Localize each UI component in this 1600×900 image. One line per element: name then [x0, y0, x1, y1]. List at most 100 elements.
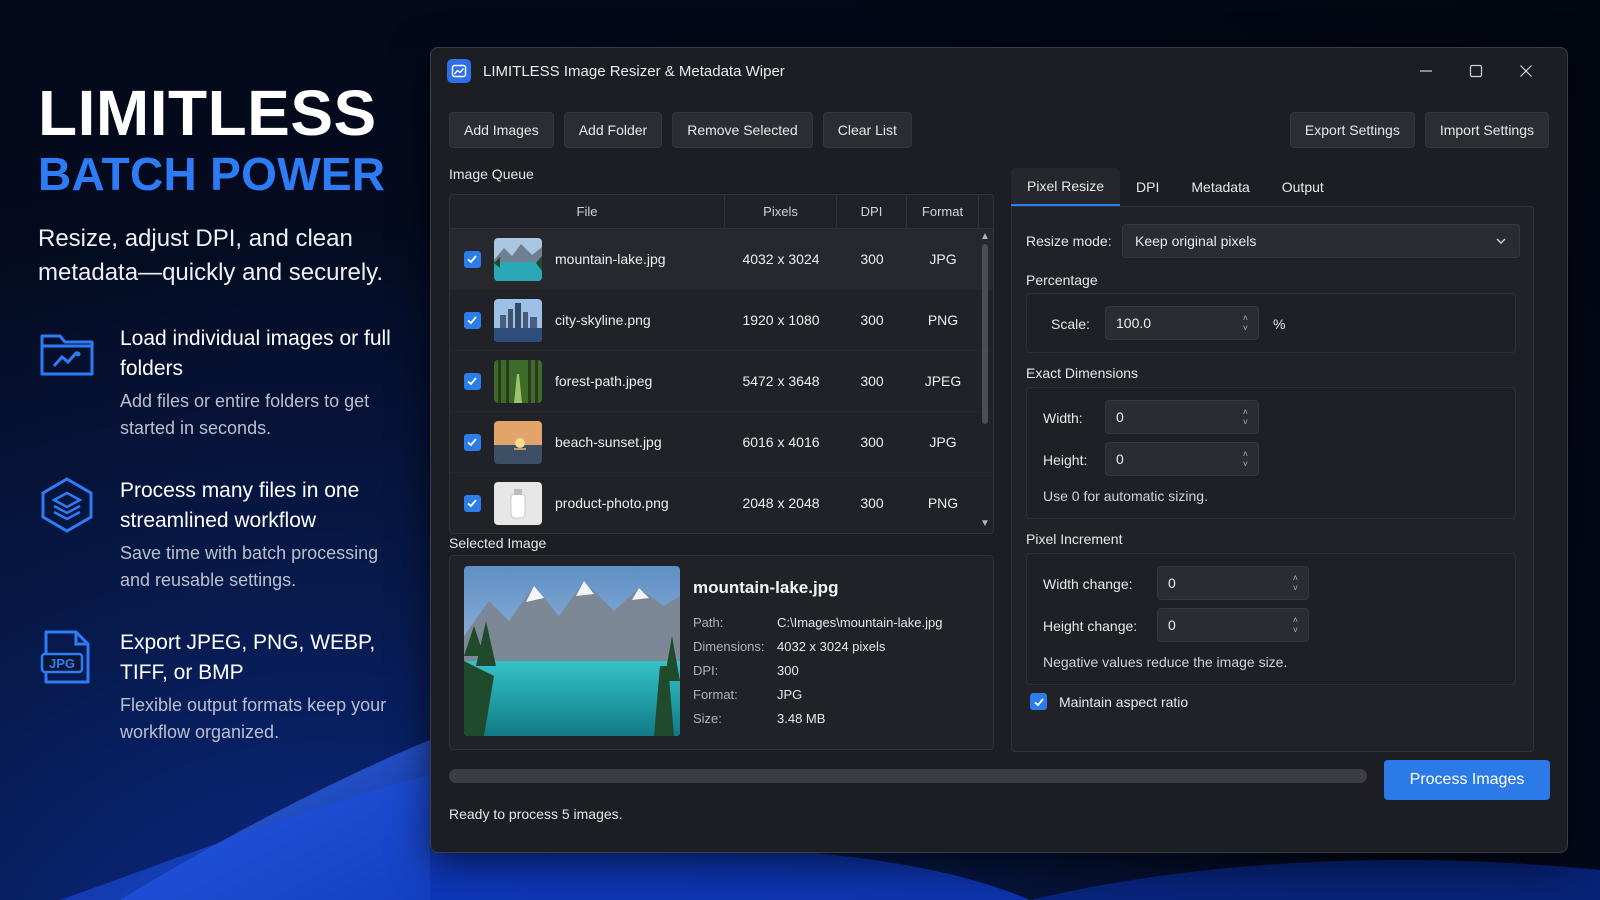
stepper-arrows-icon[interactable]: ˄ ˅: [1293, 573, 1298, 593]
check-icon: [467, 499, 477, 508]
resize-mode-label: Resize mode:: [1026, 233, 1112, 249]
stepper-arrows-icon[interactable]: ˄ ˅: [1243, 313, 1248, 333]
chevron-down-icon: [1496, 238, 1506, 244]
pixels-cell: 5472 x 3648: [742, 373, 820, 389]
size-value: 3.48 MB: [777, 710, 826, 726]
check-icon: [1033, 697, 1044, 706]
table-row[interactable]: mountain-lake.jpg 4032 x 3024 300 JPG: [450, 229, 993, 290]
format-label: Format:: [693, 686, 738, 702]
scroll-up-icon[interactable]: ▲: [980, 231, 990, 242]
promo-title: LIMITLESS: [38, 77, 377, 149]
image-queue-table[interactable]: File Pixels DPI Format mountain-lake.jpg…: [449, 194, 994, 534]
row-checkbox[interactable]: [463, 250, 481, 268]
column-dpi[interactable]: DPI: [837, 195, 907, 229]
settings-panel: Pixel Resize DPI Metadata Output Resize …: [1011, 168, 1534, 752]
pixel-increment-hint: Negative values reduce the image size.: [1043, 654, 1288, 670]
width-value: 0: [1116, 409, 1124, 425]
selected-file-name: mountain-lake.jpg: [693, 578, 839, 597]
check-icon: [467, 316, 477, 325]
selected-image-label: Selected Image: [449, 535, 547, 551]
row-checkbox[interactable]: [463, 311, 481, 329]
title-bar[interactable]: LIMITLESS Image Resizer & Metadata Wiper: [431, 48, 1567, 94]
exact-dimensions-group: Width: 0 ˄ ˅ Height: 0 ˄ ˅ Use 0 for autom…: [1026, 387, 1516, 519]
minimize-button[interactable]: [1401, 56, 1451, 86]
width-change-label: Width change:: [1043, 576, 1133, 592]
scale-input[interactable]: 100.0 ˄ ˅: [1105, 306, 1259, 340]
table-row[interactable]: city-skyline.png 1920 x 1080 300 PNG: [450, 290, 993, 351]
check-icon: [467, 377, 477, 386]
close-icon: [1520, 65, 1532, 77]
stepper-arrows-icon[interactable]: ˄ ˅: [1243, 407, 1248, 427]
width-change-input[interactable]: 0 ˄ ˅: [1157, 566, 1309, 600]
maintain-aspect-ratio-checkbox[interactable]: Maintain aspect ratio: [1030, 693, 1188, 710]
scale-unit: %: [1273, 316, 1286, 332]
queue-scrollbar[interactable]: ▲ ▼: [977, 229, 993, 533]
percentage-label: Percentage: [1026, 272, 1098, 288]
dpi-cell: 300: [860, 495, 884, 511]
column-pixels[interactable]: Pixels: [725, 195, 837, 229]
table-row[interactable]: product-photo.png 2048 x 2048 300 PNG: [450, 473, 993, 533]
tab-pixel-resize[interactable]: Pixel Resize: [1011, 168, 1121, 206]
exact-dimensions-hint: Use 0 for automatic sizing.: [1043, 488, 1208, 504]
scroll-down-icon[interactable]: ▼: [980, 518, 990, 529]
dimensions-label: Dimensions:: [693, 638, 765, 654]
tab-metadata[interactable]: Metadata: [1175, 168, 1265, 206]
image-queue-label: Image Queue: [449, 166, 534, 182]
pixel-increment-label: Pixel Increment: [1026, 531, 1123, 547]
row-checkbox[interactable]: [463, 494, 481, 512]
size-label: Size:: [693, 710, 722, 726]
tab-output[interactable]: Output: [1266, 168, 1340, 206]
table-row[interactable]: beach-sunset.jpg 6016 x 4016 300 JPG: [450, 412, 993, 473]
toolbar: Add Images Add Folder Remove Selected Cl…: [449, 112, 1549, 148]
width-input[interactable]: 0 ˄ ˅: [1105, 400, 1259, 434]
height-change-label: Height change:: [1043, 618, 1138, 634]
height-input[interactable]: 0 ˄ ˅: [1105, 442, 1259, 476]
maximize-button[interactable]: [1451, 56, 1501, 86]
table-row[interactable]: forest-path.jpeg 5472 x 3648 300 JPEG: [450, 351, 993, 412]
resize-mode-select[interactable]: Keep original pixels: [1122, 224, 1520, 258]
remove-selected-button[interactable]: Remove Selected: [672, 112, 813, 148]
export-settings-button[interactable]: Export Settings: [1289, 112, 1415, 148]
image-preview: [464, 566, 680, 736]
path-label: Path:: [693, 614, 724, 630]
app-icon: [447, 59, 471, 83]
check-icon: [467, 438, 477, 447]
jpg-badge-text: JPG: [49, 656, 75, 671]
pixels-cell: 2048 x 2048: [742, 495, 820, 511]
tab-dpi[interactable]: DPI: [1120, 168, 1175, 206]
height-value: 0: [1116, 451, 1124, 467]
clear-list-button[interactable]: Clear List: [822, 112, 912, 148]
scale-value: 100.0: [1116, 315, 1152, 331]
stepper-arrows-icon[interactable]: ˄ ˅: [1293, 615, 1298, 635]
add-folder-button[interactable]: Add Folder: [563, 112, 663, 148]
dpi-cell: 300: [860, 373, 884, 389]
window-title: LIMITLESS Image Resizer & Metadata Wiper: [483, 62, 785, 80]
thumbnail-mountain-lake: [494, 237, 542, 281]
column-format[interactable]: Format: [907, 195, 979, 229]
feature-export: JPG Export JPEG, PNG, WEBP, TIFF, or BMP…: [38, 628, 398, 746]
import-settings-button[interactable]: Import Settings: [1424, 112, 1549, 148]
percentage-group: Scale: 100.0 ˄ ˅ %: [1026, 293, 1516, 353]
height-change-input[interactable]: 0 ˄ ˅: [1157, 608, 1309, 642]
add-images-button[interactable]: Add Images: [449, 112, 554, 148]
height-label: Height:: [1043, 452, 1088, 468]
scrollbar-thumb[interactable]: [982, 244, 988, 424]
promo-subtitle: BATCH POWER: [38, 148, 386, 200]
check-icon: [467, 255, 477, 264]
thumbnail-forest-path: [494, 359, 542, 403]
stepper-arrows-icon[interactable]: ˄ ˅: [1243, 449, 1248, 469]
aspect-checkbox-box[interactable]: [1030, 693, 1047, 710]
row-checkbox[interactable]: [463, 372, 481, 390]
process-images-button[interactable]: Process Images: [1384, 760, 1550, 800]
dpi-value: 300: [777, 662, 799, 678]
pixel-resize-panel: Resize mode: Keep original pixels Percen…: [1011, 206, 1534, 752]
image-properties: Path: C:\Images\mountain-lake.jpg Dimensi…: [693, 610, 942, 730]
dpi-cell: 300: [860, 251, 884, 267]
row-checkbox[interactable]: [463, 433, 481, 451]
feature-desc: Flexible output formats keep your workfl…: [120, 695, 387, 742]
column-file[interactable]: File: [450, 195, 725, 229]
dpi-cell: 300: [860, 312, 884, 328]
close-button[interactable]: [1501, 56, 1551, 86]
format-cell: PNG: [927, 495, 959, 511]
progress-bar: [449, 769, 1367, 783]
